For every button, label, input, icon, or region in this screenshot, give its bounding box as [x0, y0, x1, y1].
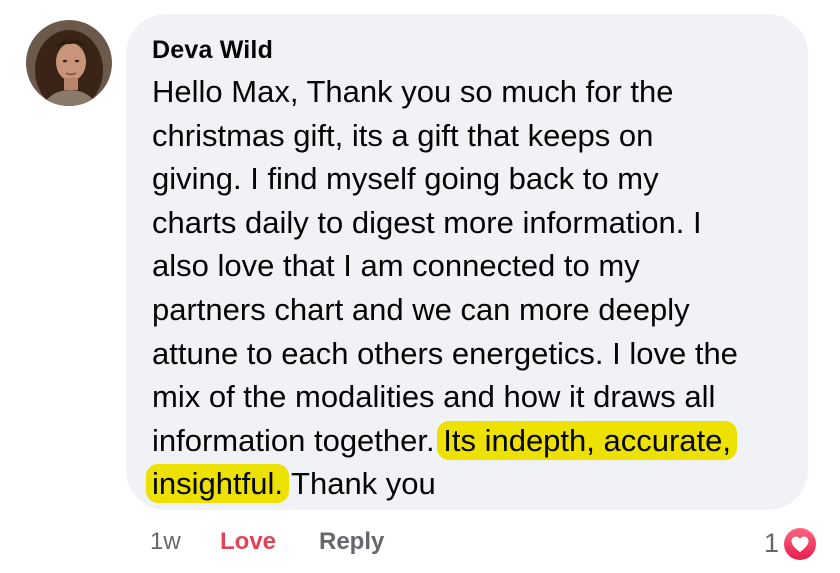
reply-button[interactable]: Reply [319, 528, 384, 556]
comment-line-5: also love that I am connected to my [152, 248, 640, 284]
comment-line-9: information together. Its indepth, accur… [152, 419, 802, 463]
comment-line-10: insightful. Thank you [146, 462, 802, 506]
comment-line-8: mix of the modalities and how it draws a… [152, 379, 716, 415]
reaction-count: 1 [764, 528, 780, 558]
highlighted-text: insightful. [146, 464, 289, 504]
timestamp[interactable]: 1w [150, 528, 181, 556]
comment-author[interactable]: Deva Wild [152, 36, 273, 65]
comment-line-4: charts daily to digest more information.… [152, 204, 702, 240]
comment-line-10-text: Thank you [282, 466, 436, 502]
comment-line-1: Hello Max, Thank you so much for the [152, 74, 674, 109]
comment-line-9-text: information together. [152, 422, 444, 458]
comment-line-2: christmas gift, its a gift that keeps on [152, 117, 654, 153]
comment-line-7: attune to each others energetics. I love… [152, 335, 738, 371]
comment-screen: Deva Wild Hello Max, Thank you so much f… [0, 0, 840, 573]
avatar[interactable] [26, 20, 112, 106]
comment-line-3: giving. I find myself going back to my [152, 161, 659, 197]
heart-icon [782, 526, 818, 562]
comment-text: Hello Max, Thank you so much for the chr… [146, 70, 802, 506]
profile-photo-icon [26, 20, 112, 106]
highlighted-text: Its indepth, accurate, [437, 420, 738, 460]
comment-line-6: partners chart and we can more deeply [152, 291, 690, 327]
love-button[interactable]: Love [220, 528, 276, 556]
